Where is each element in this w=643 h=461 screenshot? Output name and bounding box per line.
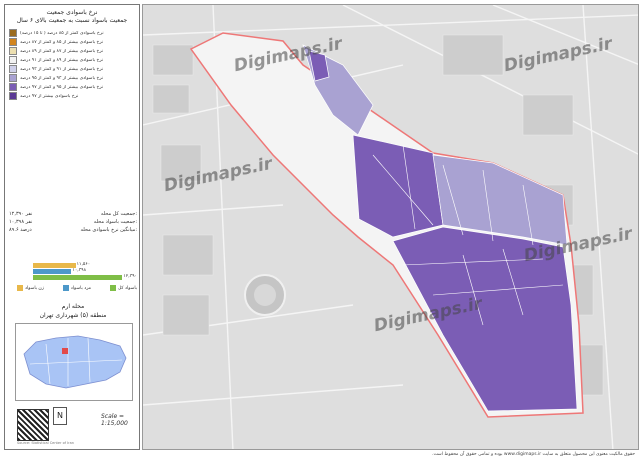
legend-title: نرخ باسوادی جمعیت جمعیت باسواد نسبت به ج…	[16, 9, 128, 24]
stat-value: ۸۹.۶ درصد	[9, 227, 32, 233]
legend-swatch	[9, 38, 17, 46]
legend-label: نرخ باسوادی بیشتر از ۹۵ و کمتر از ۹۷ درص…	[20, 84, 104, 90]
legend-label: نرخ باسوادی بیشتر از ۸۵ و کمتر از ۸۷ درص…	[20, 39, 104, 45]
bar-legend-label: باسواد کل	[118, 285, 137, 291]
legend-item: نرخ باسوادی بیشتر از ۸۷ و کمتر از ۸۹ درص…	[9, 47, 135, 55]
bar-value-label: ۱۰,۳۹۸	[72, 268, 86, 273]
bar-legend-item: مرد باسواد	[62, 285, 92, 291]
stat-label: جمعیت باسواد محله:	[93, 219, 137, 225]
legend-swatch	[9, 47, 17, 55]
stat-value: ۱۲,۳۹۰ نفر	[9, 211, 33, 217]
legend-item: نرخ باسوادی بیشتر از ۹۵ و کمتر از ۹۷ درص…	[9, 83, 135, 91]
bar-value-label: ۱۲,۳۹۰	[123, 274, 137, 279]
legend-item: نرخ باسوادی بیشتر از ۸۵ و کمتر از ۸۷ درص…	[9, 38, 135, 46]
neighborhood-marker	[62, 348, 68, 354]
legend-item: نرخ باسوادی بیشتر از ۸۹ و کمتر از ۹۱ درص…	[9, 56, 135, 64]
stat-row: ۸۹.۶ درصد میانگین نرخ باسوادی محله:	[9, 226, 137, 234]
copyright-footer: حقوق مالکیت معنوی این محصول متعلق به سای…	[432, 452, 635, 457]
legend-panel: نرخ باسوادی جمعیت جمعیت باسواد نسبت به ج…	[4, 4, 140, 450]
legend-swatch	[9, 74, 17, 82]
legend-item: نرخ باسوادی کمتر از ۸۵ درصد ( تا ۱۵ درصد…	[9, 29, 135, 37]
legend-item: نرخ باسوادی بیشتر از ۹۱ و کمتر از ۹۳ درص…	[9, 65, 135, 73]
bar-value-label: ۱۱,۵۶۰	[76, 262, 91, 267]
bar-legend-item: زن باسواد	[17, 285, 44, 291]
population-bar	[33, 269, 72, 274]
stat-row: ۱۰,۳۹۸ نفر جمعیت باسواد محله:	[9, 218, 137, 226]
population-bars: ۱۱,۵۶۰ ۱۰,۳۹۸ ۱۲,۳۹۰	[33, 262, 137, 281]
legend-label: نرخ باسوادی بیشتر از ۹۷ درصد	[20, 93, 79, 99]
bar-legend-swatch	[62, 285, 69, 291]
legend-label: نرخ باسوادی بیشتر از ۸۷ و کمتر از ۸۹ درص…	[20, 48, 104, 54]
stat-value: ۱۰,۳۹۸ نفر	[9, 219, 33, 225]
north-arrow-icon: N	[53, 407, 67, 425]
scale-text: Scale = 1:15,000	[101, 413, 128, 427]
legend-item: نرخ باسوادی بیشتر از ۹۷ درصد	[9, 92, 135, 100]
bar-legend: زن باسواد مرد باسواد باسواد کل	[17, 285, 137, 291]
stat-row: ۱۲,۳۹۰ نفر جمعیت کل محله:	[9, 210, 137, 218]
legend-swatch	[9, 92, 17, 100]
population-bar	[33, 275, 123, 280]
legend-swatch	[9, 65, 17, 73]
inset-map	[15, 323, 133, 401]
stats-block: ۱۲,۳۹۰ نفر جمعیت کل محله: ۱۰,۳۹۸ نفر جمعیت …	[9, 210, 137, 234]
location-title: محله ارم منطقه (۵) شهرداری تهران	[39, 303, 107, 319]
legend-label: نرخ باسوادی بیشتر از ۹۳ و کمتر از ۹۵ درص…	[20, 75, 104, 81]
main-map[interactable]: Digimaps.ir Digimaps.ir Digimaps.ir Digi…	[142, 4, 639, 450]
legend-swatch	[9, 56, 17, 64]
legend-label: نرخ باسوادی بیشتر از ۹۱ و کمتر از ۹۳ درص…	[20, 66, 104, 72]
bar-legend-item: باسواد کل	[110, 285, 137, 291]
legend-swatch	[9, 83, 17, 91]
stat-label: میانگین نرخ باسوادی محله:	[80, 227, 137, 233]
bar-legend-label: زن باسواد	[25, 285, 44, 291]
legend-label: نرخ باسوادی بیشتر از ۸۹ و کمتر از ۹۱ درص…	[20, 57, 104, 63]
bar-legend-label: مرد باسواد	[70, 285, 92, 291]
bar-legend-swatch	[110, 285, 117, 291]
legend-item: نرخ باسوادی بیشتر از ۹۳ و کمتر از ۹۵ درص…	[9, 74, 135, 82]
population-bar	[33, 263, 76, 268]
stat-label: جمعیت کل محله:	[100, 211, 137, 217]
bar-legend-swatch	[17, 285, 23, 291]
legend-label: نرخ باسوادی کمتر از ۸۵ درصد ( تا ۱۵ درصد…	[20, 30, 104, 36]
credit-text: Source: Statistical Center of Iran	[17, 441, 74, 445]
legend-swatch	[9, 29, 17, 37]
legend-list: نرخ باسوادی کمتر از ۸۵ درصد ( تا ۱۵ درصد…	[9, 29, 135, 100]
qr-code	[17, 409, 49, 441]
